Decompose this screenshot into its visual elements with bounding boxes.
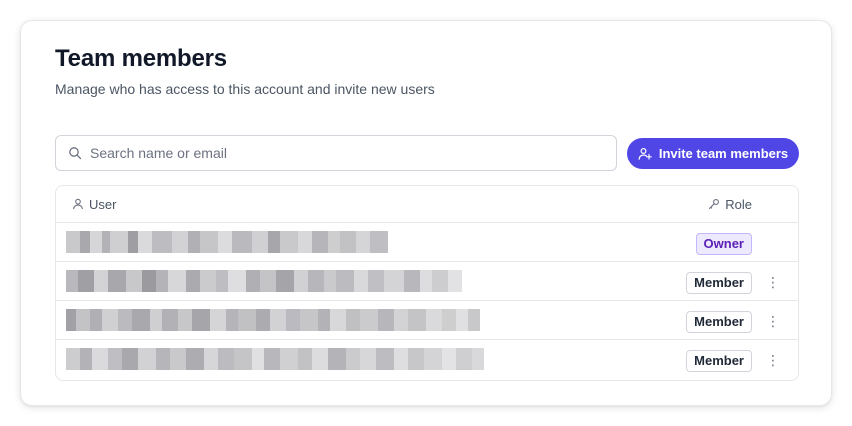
more-vertical-icon[interactable]: ⋮ bbox=[766, 274, 780, 290]
search-input[interactable] bbox=[90, 145, 590, 161]
table-row[interactable]: Member ⋮ bbox=[56, 262, 798, 301]
more-vertical-icon[interactable]: ⋮ bbox=[766, 313, 780, 329]
page-subtitle: Manage who has access to this account an… bbox=[55, 81, 435, 97]
user-plus-icon bbox=[638, 147, 652, 161]
redacted-user-info bbox=[66, 231, 388, 253]
invite-team-members-button[interactable]: Invite team members bbox=[627, 138, 799, 169]
redacted-user-info bbox=[66, 270, 462, 292]
search-box[interactable] bbox=[55, 135, 617, 171]
key-icon bbox=[708, 198, 720, 210]
role-badge[interactable]: Owner bbox=[695, 233, 752, 255]
table-header: User Role bbox=[56, 186, 798, 223]
table-row[interactable]: Member ⋮ bbox=[56, 301, 798, 340]
invite-button-label: Invite team members bbox=[658, 146, 789, 161]
search-icon bbox=[68, 146, 82, 160]
user-icon bbox=[72, 198, 84, 210]
role-badge[interactable]: Member bbox=[686, 272, 752, 294]
column-header-user: User bbox=[72, 197, 116, 212]
page-title: Team members bbox=[55, 45, 227, 72]
more-vertical-icon[interactable]: ⋮ bbox=[766, 352, 780, 368]
team-members-card: Team members Manage who has access to th… bbox=[20, 20, 832, 406]
redacted-user-info bbox=[66, 309, 480, 331]
role-badge[interactable]: Member bbox=[686, 350, 752, 372]
members-table: User Role Owner Member ⋮ Member ⋮ Member… bbox=[55, 185, 799, 381]
table-row[interactable]: Member ⋮ bbox=[56, 340, 798, 379]
column-header-role: Role bbox=[708, 197, 752, 212]
redacted-user-info bbox=[66, 348, 484, 370]
role-badge[interactable]: Member bbox=[686, 311, 752, 333]
table-row[interactable]: Owner bbox=[56, 223, 798, 262]
